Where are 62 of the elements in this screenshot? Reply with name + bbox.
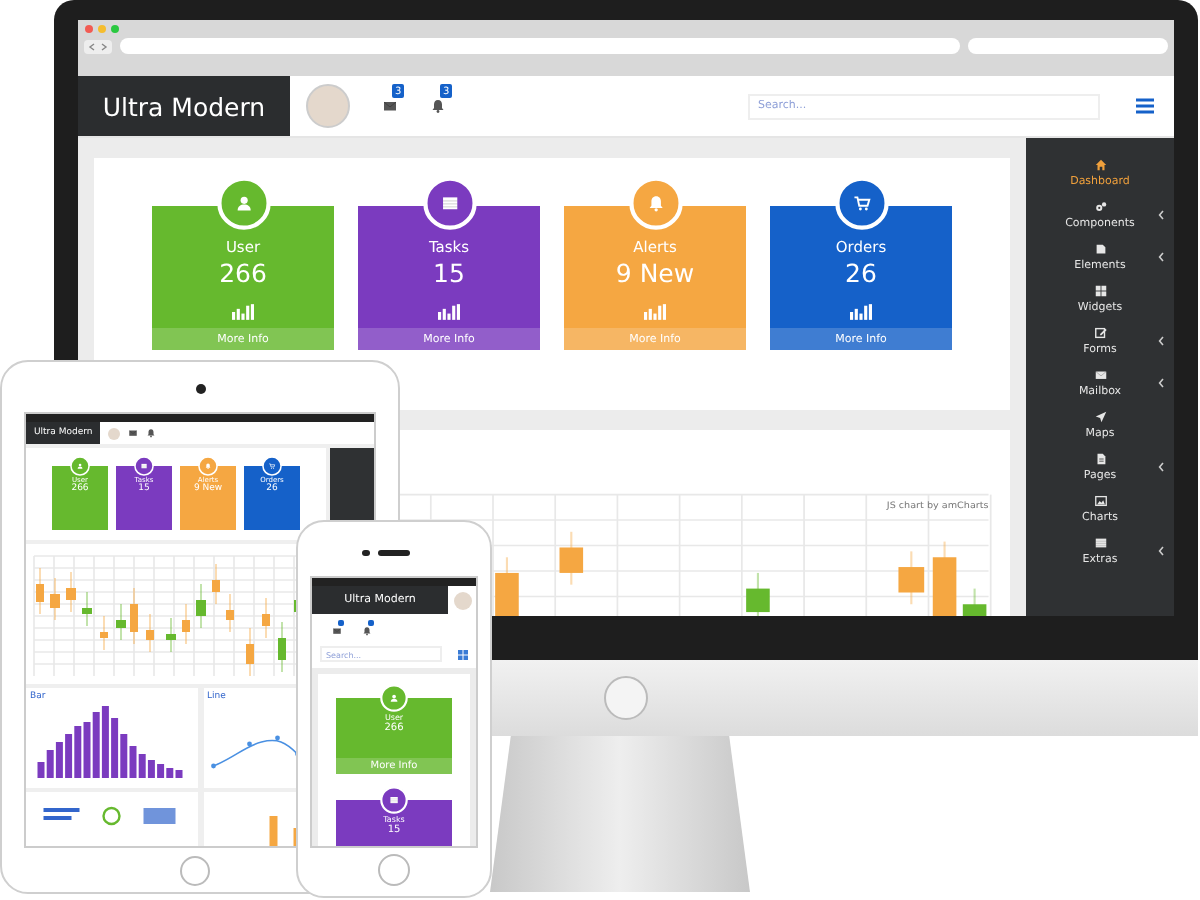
candle xyxy=(746,572,770,616)
menu-icon[interactable] xyxy=(1136,98,1154,114)
table-icon xyxy=(1093,536,1107,550)
edit-icon xyxy=(1093,326,1107,340)
browser-search-field[interactable] xyxy=(968,38,1168,54)
candle xyxy=(212,563,220,605)
bar-chart-icon xyxy=(850,304,872,321)
home-button[interactable] xyxy=(378,854,410,886)
gears-icon xyxy=(1093,200,1107,214)
candle xyxy=(196,583,206,629)
grid-icon xyxy=(1093,284,1107,298)
candle xyxy=(226,593,234,633)
envelope-icon xyxy=(332,626,342,636)
candle xyxy=(278,621,286,673)
home-button[interactable] xyxy=(180,856,210,886)
speaker-icon xyxy=(378,550,410,555)
candle xyxy=(130,587,138,645)
candle xyxy=(36,567,44,615)
candle xyxy=(962,588,987,616)
avatar[interactable] xyxy=(306,84,350,128)
camera-icon xyxy=(196,384,206,394)
candle xyxy=(559,531,584,585)
document-icon xyxy=(1093,452,1107,466)
bell-icon xyxy=(146,428,157,438)
candle xyxy=(116,603,126,641)
weather-drawing xyxy=(43,806,176,826)
send-icon xyxy=(1093,410,1107,424)
bar-chart-icon xyxy=(644,304,666,321)
card-value: 26 xyxy=(845,258,877,289)
envelope-icon xyxy=(1093,368,1107,382)
bar-chart-icon xyxy=(232,304,254,321)
candle xyxy=(246,627,254,677)
candle xyxy=(898,551,925,605)
bell-icon xyxy=(362,626,372,636)
brand-logo[interactable]: Ultra Modern xyxy=(78,76,290,136)
envelope-icon xyxy=(128,428,139,438)
candle xyxy=(495,557,519,616)
candle xyxy=(82,591,92,627)
candle xyxy=(146,613,154,653)
power-button[interactable] xyxy=(604,676,648,720)
image-icon xyxy=(1093,494,1107,508)
envelope-icon xyxy=(382,98,398,114)
candle xyxy=(100,615,108,651)
home-icon xyxy=(1093,158,1107,172)
candle xyxy=(50,577,60,621)
avatar[interactable] xyxy=(454,591,472,609)
candle xyxy=(66,571,76,613)
candle xyxy=(932,541,957,616)
card-value: 15 xyxy=(433,258,465,289)
candle xyxy=(262,597,270,639)
camera-icon xyxy=(362,549,369,556)
grid-icon[interactable] xyxy=(458,649,468,659)
page-icon xyxy=(1093,242,1107,256)
card-value: 9 New xyxy=(615,258,695,289)
card-value: 266 xyxy=(219,258,267,289)
candle xyxy=(182,603,190,645)
window-controls-icon xyxy=(84,24,124,34)
candle xyxy=(166,617,176,653)
bar-chart-icon xyxy=(438,304,460,321)
back-forward-icon[interactable] xyxy=(84,39,112,53)
bell-icon xyxy=(430,98,446,114)
avatar[interactable] xyxy=(108,427,121,439)
